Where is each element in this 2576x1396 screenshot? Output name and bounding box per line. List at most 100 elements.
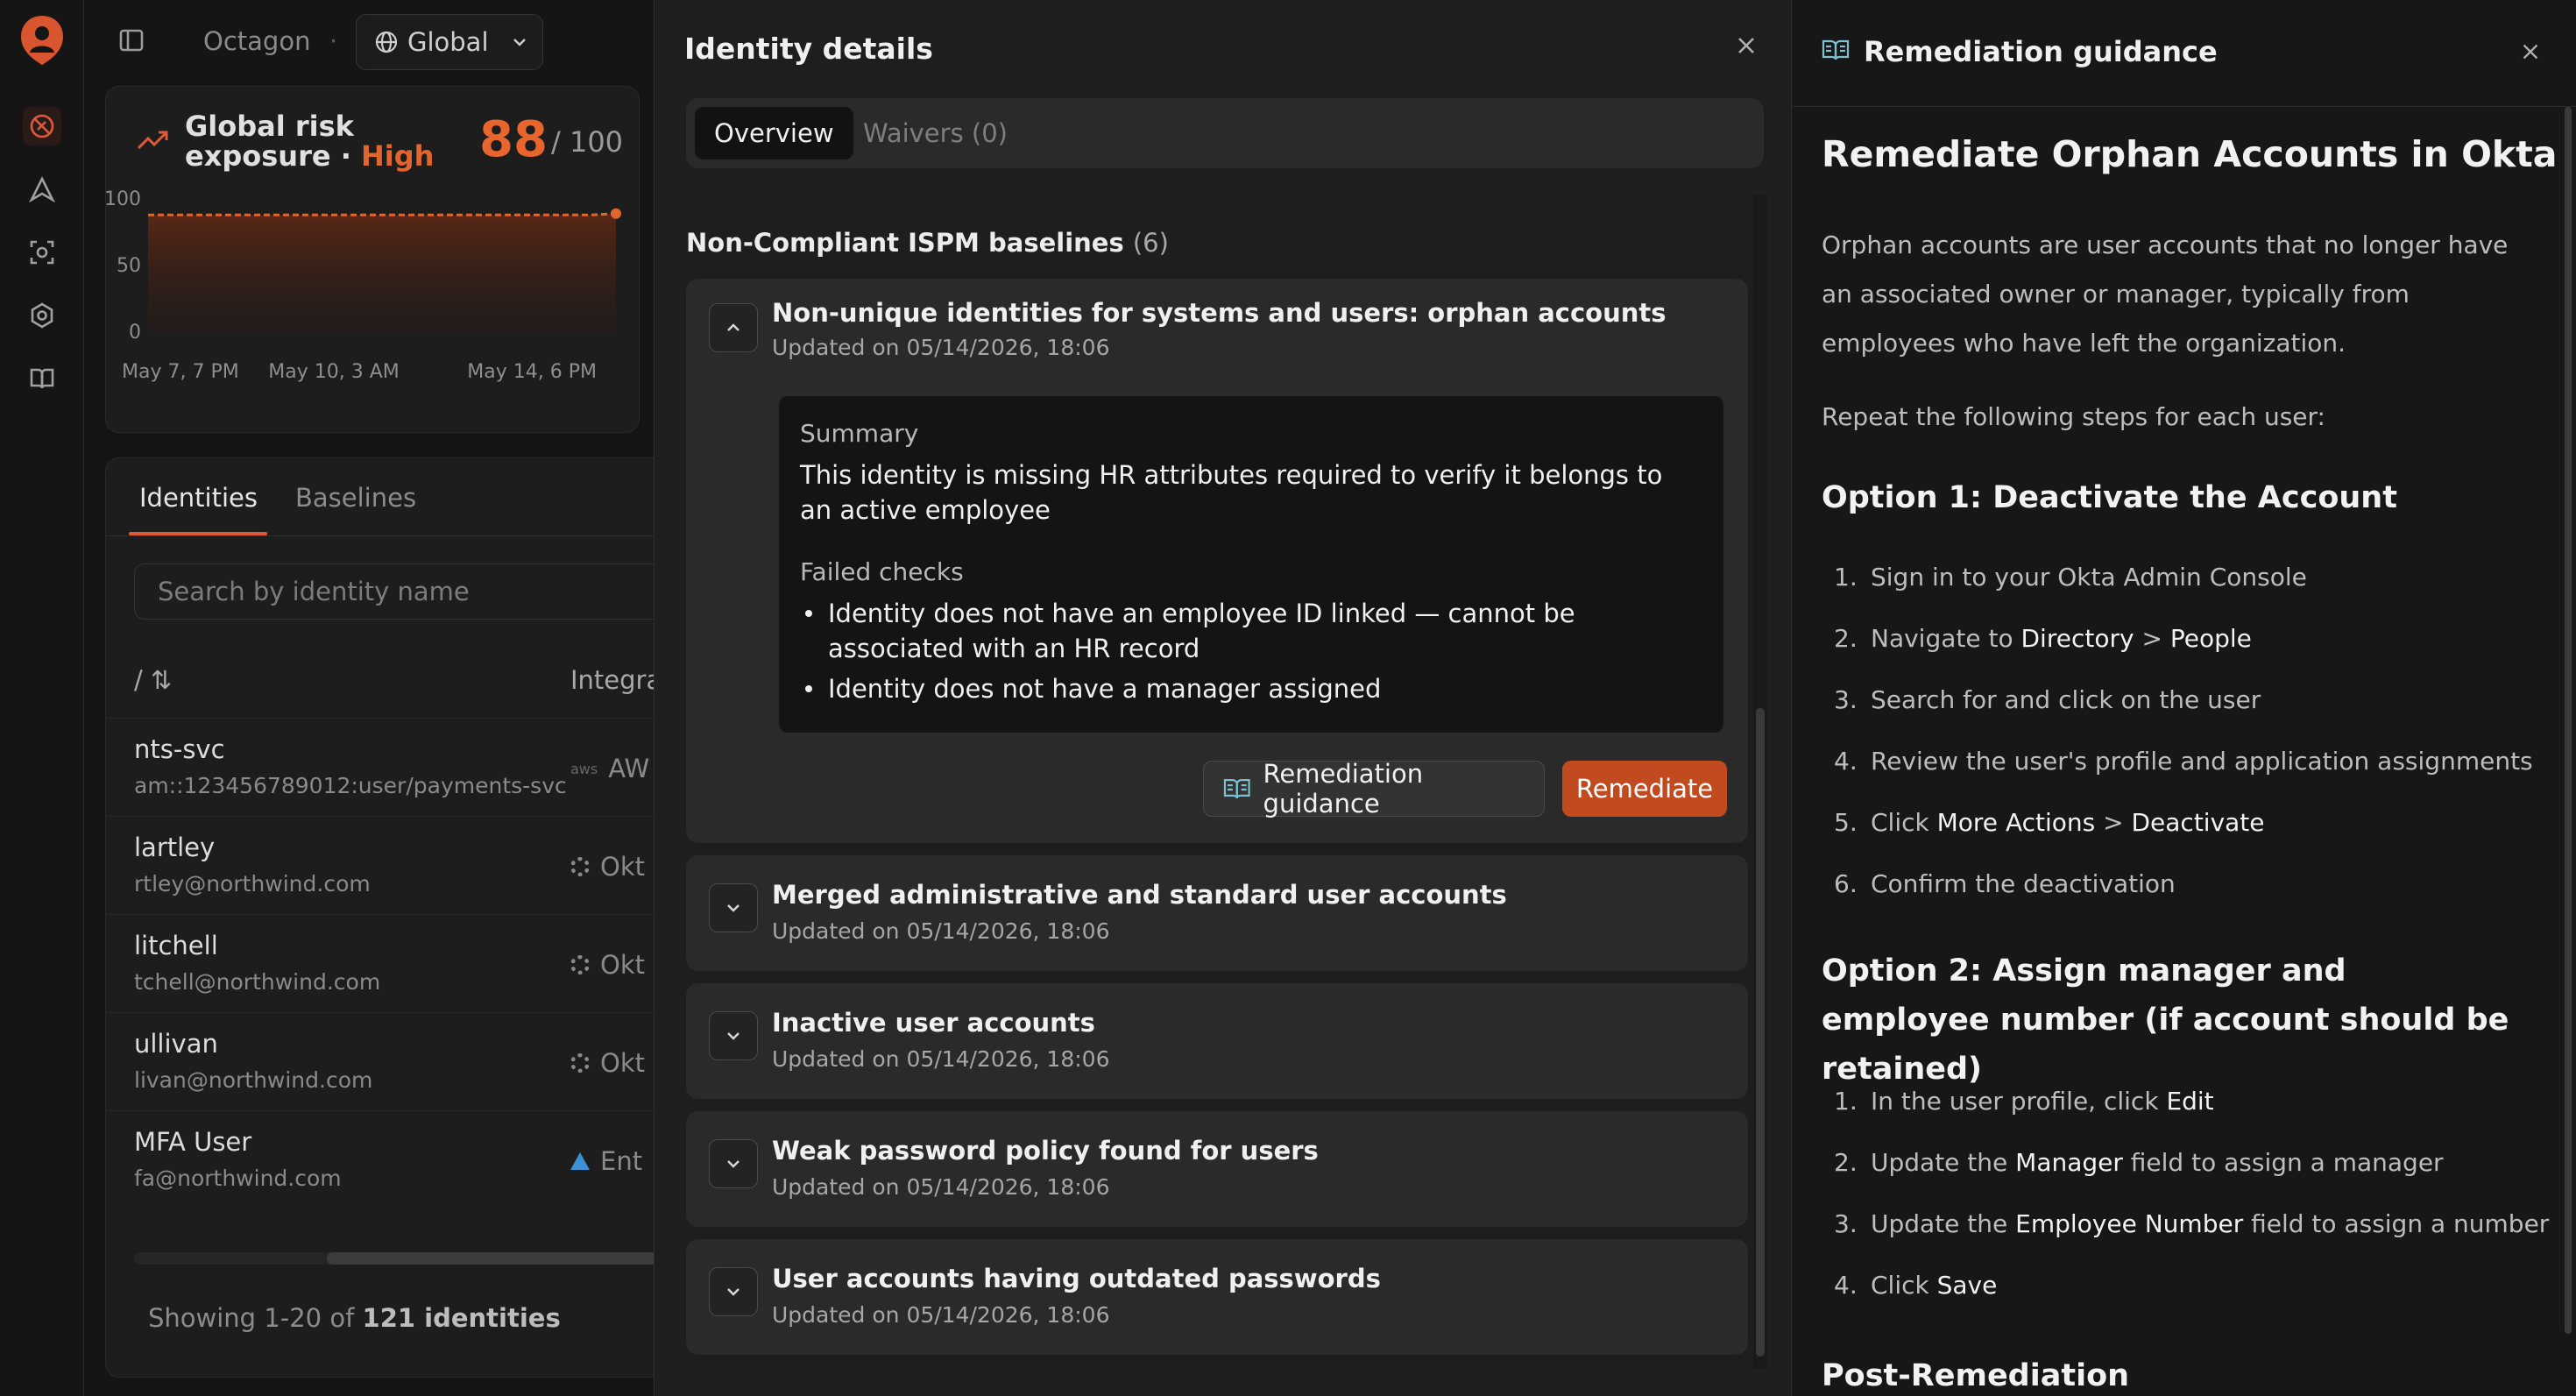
okta-icon	[570, 1053, 590, 1073]
step-emphasis: Deactivate	[2131, 808, 2265, 837]
guidance-step: 2. Navigate to Directory > People	[1834, 624, 2252, 653]
baseline-title: User accounts having outdated passwords	[772, 1264, 1381, 1293]
identity-tabs: Overview Waivers (0)	[686, 98, 1764, 168]
step-number: 5.	[1834, 808, 1858, 837]
guidance-step: 1. In the user profile, click Edit	[1834, 1087, 2214, 1116]
horizontal-scrollbar[interactable]	[134, 1252, 654, 1265]
x-tick-label: May 14, 6 PM	[467, 361, 597, 383]
step-text: Search for and click on the user	[1871, 685, 2261, 714]
option2-title: Option 2: Assign manager and employee nu…	[1822, 953, 2509, 1087]
row-sub: rtley@northwind.com	[134, 871, 371, 896]
table-row[interactable]: lartley rtley@northwind.com Okt	[106, 816, 654, 914]
table-row[interactable]: ullivan livan@northwind.com Okt	[106, 1012, 654, 1110]
risk-score-max: / 100	[551, 125, 624, 159]
risk-chart: 100 50 0 May 7, 7 PM May 10, 3 AM May 14, 6 …	[106, 188, 621, 383]
scope-selector[interactable]: Global	[356, 14, 543, 70]
remediation-guidance-button[interactable]: Remediation guidance	[1203, 759, 1545, 818]
content-scrollbar[interactable]	[1753, 195, 1767, 1369]
hexagon-icon	[31, 302, 53, 329]
row-integration: Okt	[570, 950, 645, 980]
step-emphasis: Manager	[2015, 1148, 2123, 1177]
expand-button[interactable]	[709, 883, 758, 932]
baseline-item[interactable]: Merged administrative and standard user …	[686, 855, 1748, 971]
sort-column-header[interactable]: / ⇅	[134, 665, 172, 695]
tab-overview[interactable]: Overview	[695, 107, 853, 159]
step-text: Confirm the deactivation	[1871, 869, 2176, 898]
chart-last-point	[611, 208, 621, 219]
nav-settings[interactable]	[23, 296, 61, 335]
collapse-button[interactable]	[709, 303, 758, 352]
baseline-title: Weak password policy found for users	[772, 1136, 1319, 1166]
integration-column-header[interactable]: Integra	[570, 665, 654, 695]
nav-rail	[0, 0, 84, 1396]
chevron-up-icon	[727, 323, 740, 331]
nav-alerts[interactable]	[23, 170, 61, 209]
risk-title-line2: exposure ·	[185, 139, 361, 173]
tab-identities[interactable]: Identities	[139, 483, 258, 513]
nav-scan[interactable]	[23, 233, 61, 272]
step-emphasis: Directory	[2020, 624, 2134, 653]
book-icon	[30, 368, 54, 389]
row-integration-label: Okt	[600, 852, 645, 882]
tab-baselines[interactable]: Baselines	[295, 483, 416, 513]
aws-icon: aws	[570, 760, 598, 777]
table-row[interactable]: MFA User fa@northwind.com Ent	[106, 1110, 654, 1208]
guidance-scrollbar[interactable]	[2563, 107, 2573, 1396]
step-text: Update the	[1871, 1209, 2016, 1238]
guidance-step: 6. Confirm the deactivation	[1834, 869, 2176, 898]
scrollbar-thumb[interactable]	[327, 1252, 654, 1265]
step-text: field to assign a manager	[2122, 1148, 2444, 1177]
table-row[interactable]: litchell tchell@northwind.com Okt	[106, 914, 654, 1012]
option1-title: Option 1: Deactivate the Account	[1822, 480, 2397, 515]
chevron-down-icon	[727, 1160, 740, 1168]
guidance-header-title: Remediation guidance	[1864, 35, 2218, 68]
baseline-updated: Updated on 05/14/2026, 18:06	[772, 1046, 1110, 1072]
close-guidance-button[interactable]	[2519, 40, 2542, 63]
baseline-item[interactable]: User accounts having outdated passwords …	[686, 1239, 1748, 1355]
risk-level: High	[360, 139, 435, 173]
scrollbar-thumb[interactable]	[1756, 708, 1765, 1357]
baseline-item[interactable]: Weak password policy found for users Upd…	[686, 1111, 1748, 1227]
row-integration-label: Ent	[600, 1146, 643, 1176]
close-identity-panel-button[interactable]	[1734, 33, 1759, 58]
x-tick-label: May 10, 3 AM	[268, 361, 399, 383]
step-text: >	[2134, 624, 2170, 653]
chevron-down-icon	[513, 39, 526, 46]
step-number: 2.	[1834, 1148, 1858, 1177]
baseline-item[interactable]: Inactive user accounts Updated on 05/14/…	[686, 983, 1748, 1099]
expand-button[interactable]	[709, 1267, 758, 1316]
step-number: 4.	[1834, 1271, 1858, 1300]
guidance-title: Remediate Orphan Accounts in Okta	[1822, 133, 2558, 175]
step-text: field to assign a number	[2243, 1209, 2550, 1238]
tab-waivers[interactable]: Waivers (0)	[844, 107, 1027, 159]
row-name: litchell	[134, 931, 218, 960]
nav-risk[interactable]	[23, 107, 61, 145]
expand-button[interactable]	[709, 1139, 758, 1188]
step-text: Navigate to	[1871, 624, 2021, 653]
scrollbar-thumb[interactable]	[2565, 107, 2572, 1334]
close-icon	[2523, 44, 2538, 60]
risk-score: 88	[479, 111, 548, 168]
identity-search-input[interactable]: Search by identity name	[134, 563, 654, 620]
failed-check-item: Identity does not have an employee ID li…	[800, 596, 1702, 666]
y-tick-label: 50	[117, 255, 141, 277]
remediate-button[interactable]: Remediate	[1562, 761, 1727, 817]
chevron-down-icon	[727, 1032, 740, 1040]
chevron-down-icon	[727, 904, 740, 912]
summary-text: This identity is missing HR attributes r…	[800, 460, 1663, 525]
org-name[interactable]: Octagon	[203, 26, 310, 56]
step-text: Review the user's profile and applicatio…	[1871, 747, 2533, 776]
guidance-intro: Orphan accounts are user accounts that n…	[1822, 230, 2509, 358]
row-name: ullivan	[134, 1029, 218, 1059]
panel-title: Identity details	[684, 32, 933, 66]
main-background: Octagon · Global Global risk exposure · …	[84, 0, 654, 1396]
nav-docs[interactable]	[23, 359, 61, 398]
pagination-summary: Showing 1-20 of 121 identities	[148, 1303, 561, 1333]
table-row[interactable]: nts-svc am::123456789012:user/payments-s…	[106, 718, 654, 816]
x-tick-label: May 7, 7 PM	[122, 361, 239, 383]
y-tick-label: 0	[129, 322, 141, 344]
sidebar-toggle-button[interactable]	[117, 26, 145, 54]
expand-button[interactable]	[709, 1011, 758, 1060]
step-text: In the user profile, click	[1871, 1087, 2167, 1116]
app-logo[interactable]	[19, 14, 65, 67]
